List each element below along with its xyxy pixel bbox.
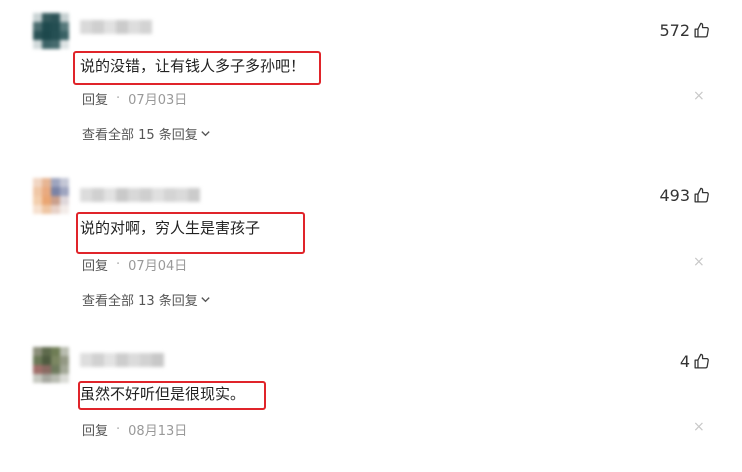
comment-text: 说的没错，让有钱人多子多孙吧！ <box>80 57 306 75</box>
username-blurred[interactable] <box>80 20 152 34</box>
like-button[interactable]: 572 <box>659 21 710 40</box>
separator-dot: · <box>116 91 121 106</box>
comment-date: 08月13日 <box>128 424 188 439</box>
thumbs-up-icon <box>694 353 709 369</box>
comment-meta: 回复 · 07月03日 <box>82 89 187 108</box>
thumbs-up-icon <box>694 187 709 203</box>
avatar[interactable] <box>33 347 69 383</box>
like-button[interactable]: 493 <box>659 186 710 205</box>
view-all-replies-link[interactable]: 查看全部 13 条回复 <box>82 290 211 309</box>
like-count: 572 <box>659 21 690 40</box>
comment-date: 07月03日 <box>128 93 188 108</box>
like-count: 493 <box>659 186 690 205</box>
chevron-down-icon <box>201 297 210 303</box>
view-all-replies-label: 查看全部 13 条回复 <box>82 294 198 309</box>
comment-text: 说的对啊，穷人生是害孩子 <box>80 219 261 237</box>
like-count: 4 <box>679 352 690 371</box>
comment-meta: 回复 · 07月04日 <box>82 255 187 274</box>
avatar[interactable] <box>33 178 69 214</box>
username-blurred[interactable] <box>80 353 164 367</box>
comment-text: 虽然不好听但是很现实。 <box>80 385 246 403</box>
reply-button[interactable]: 回复 <box>82 420 108 439</box>
reply-button[interactable]: 回复 <box>82 89 108 108</box>
avatar[interactable] <box>33 13 69 49</box>
separator-dot: · <box>116 257 121 272</box>
reply-button[interactable]: 回复 <box>82 255 108 274</box>
comment-meta: 回复 · 08月13日 <box>82 420 187 439</box>
close-icon[interactable]: × <box>693 88 705 104</box>
view-all-replies-link[interactable]: 查看全部 15 条回复 <box>82 124 211 143</box>
separator-dot: · <box>116 422 121 437</box>
view-all-replies-label: 查看全部 15 条回复 <box>82 128 198 143</box>
like-button[interactable]: 4 <box>680 352 710 371</box>
thumbs-up-icon <box>694 22 709 38</box>
username-blurred[interactable] <box>80 188 200 202</box>
comment-date: 07月04日 <box>128 259 188 274</box>
chevron-down-icon <box>201 131 210 137</box>
close-icon[interactable]: × <box>693 254 705 270</box>
close-icon[interactable]: × <box>693 419 705 435</box>
